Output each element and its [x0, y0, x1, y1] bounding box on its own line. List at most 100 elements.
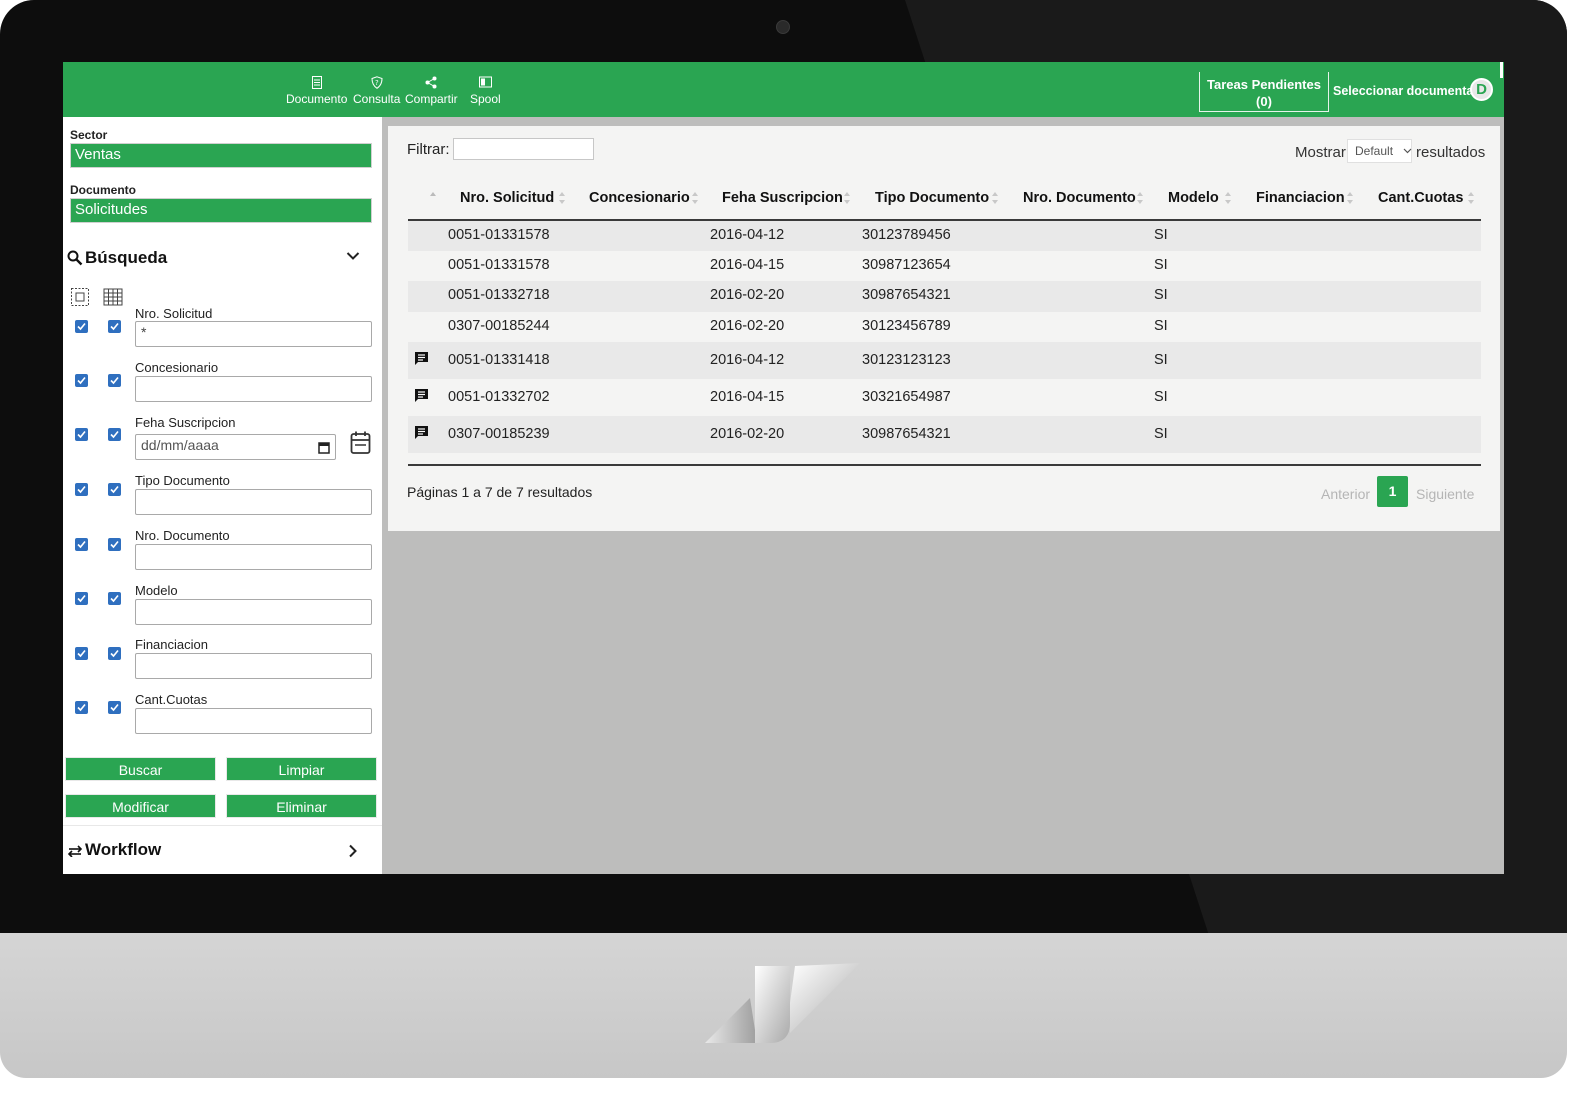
cell-feha-suscripcion: 2016-02-20 [710, 426, 785, 442]
sort-icon[interactable] [1346, 190, 1354, 206]
sort-icon[interactable] [558, 190, 566, 206]
checkbox-filter-cant-cuotas[interactable] [75, 701, 88, 714]
cell-tipo-documento: 30123123123 [862, 352, 951, 368]
nro-documento-input[interactable] [135, 544, 372, 570]
calendar-icon[interactable] [318, 441, 330, 454]
checkbox-filter-nro-documento[interactable] [75, 538, 88, 551]
checkbox-filter-nro-solicitud[interactable] [75, 320, 88, 333]
checkbox-filter-financiacion[interactable] [75, 647, 88, 660]
cell-modelo: SI [1154, 227, 1168, 243]
pagination-next[interactable]: Siguiente [1416, 486, 1474, 502]
checkbox-filter-concesionario[interactable] [75, 374, 88, 387]
avatar[interactable]: D [1470, 78, 1493, 101]
eliminar-button[interactable]: Eliminar [226, 794, 377, 818]
buscar-button[interactable]: Buscar [65, 757, 216, 781]
sort-icon[interactable] [991, 190, 999, 206]
toolbar-consulta[interactable]: ? Consulta [353, 76, 400, 106]
table-row[interactable]: 0051-01332718 2016-02-20 30987654321 SI [408, 281, 1481, 312]
cell-nro-solicitud: 0051-01331578 [448, 257, 550, 273]
toolbar-label: Compartir [405, 92, 458, 106]
table-row[interactable]: 0307-00185244 2016-02-20 30123456789 SI [408, 312, 1481, 342]
date-range-icon[interactable] [350, 431, 371, 455]
column-header-concesionario[interactable]: Concesionario [589, 190, 690, 206]
table-footer-divider [408, 464, 1481, 466]
comment-icon[interactable] [414, 425, 429, 440]
comment-icon[interactable] [414, 388, 429, 403]
sort-icon[interactable] [429, 190, 437, 206]
search-sidebar: Sector Ventas Documento Solicitudes Búsq… [63, 117, 382, 874]
column-header-feha-suscripcion[interactable]: Feha Suscripcion [722, 190, 843, 206]
cell-feha-suscripcion: 2016-04-15 [710, 389, 785, 405]
cell-tipo-documento: 30321654987 [862, 389, 951, 405]
column-header-cant-cuotas[interactable]: Cant.Cuotas [1378, 190, 1463, 206]
documento-select[interactable]: Solicitudes [70, 198, 372, 223]
table-grid-icon[interactable] [103, 287, 123, 307]
tareas-pendientes-button[interactable]: Tareas Pendientes (0) [1199, 72, 1329, 112]
cant-cuotas-input[interactable] [135, 708, 372, 734]
checkbox-column-financiacion[interactable] [108, 647, 121, 660]
sort-icon[interactable] [1224, 190, 1232, 206]
chevron-down-icon[interactable] [346, 251, 360, 261]
modelo-input[interactable] [135, 599, 372, 625]
sort-icon[interactable] [843, 190, 851, 206]
column-header-tipo-documento[interactable]: Tipo Documento [875, 190, 989, 206]
sector-select[interactable]: Ventas [70, 143, 372, 168]
column-header-financiacion[interactable]: Financiacion [1256, 190, 1345, 206]
cell-modelo: SI [1154, 426, 1168, 442]
sort-icon[interactable] [1136, 190, 1144, 206]
mostrar-label: Mostrar [1295, 144, 1346, 161]
cell-modelo: SI [1154, 257, 1168, 273]
cell-tipo-documento: 30987654321 [862, 426, 951, 442]
cell-nro-solicitud: 0051-01332718 [448, 287, 550, 303]
checkbox-column-nro-solicitud[interactable] [108, 320, 121, 333]
toolbar-compartir[interactable]: Compartir [405, 76, 458, 106]
checkbox-filter-tipo-documento[interactable] [75, 483, 88, 496]
checkbox-column-feha-suscripcion[interactable] [108, 428, 121, 441]
checkbox-filter-modelo[interactable] [75, 592, 88, 605]
divider [63, 825, 382, 826]
sort-icon[interactable] [691, 190, 699, 206]
cell-nro-solicitud: 0051-01331578 [448, 227, 550, 243]
nro-solicitud-input[interactable]: * [135, 321, 372, 347]
checkbox-column-cant-cuotas[interactable] [108, 701, 121, 714]
cell-feha-suscripcion: 2016-04-12 [710, 227, 785, 243]
pagination-page[interactable]: 1 [1377, 476, 1408, 507]
table-row[interactable]: 0307-00185239 2016-02-20 30987654321 SI [408, 416, 1481, 453]
select-all-icon[interactable] [70, 287, 90, 307]
share-icon [405, 76, 458, 92]
financiacion-input[interactable] [135, 653, 372, 679]
cell-nro-solicitud: 0307-00185239 [448, 426, 550, 442]
table-row[interactable]: 0051-01331578 2016-04-15 30987123654 SI [408, 251, 1481, 281]
pagination-prev[interactable]: Anterior [1321, 486, 1370, 502]
table-row[interactable]: 0051-01331578 2016-04-12 30123789456 SI [408, 221, 1481, 251]
sort-icon[interactable] [1467, 190, 1475, 206]
chevron-right-icon[interactable] [348, 844, 358, 858]
toolbar-label: Spool [470, 92, 501, 106]
toolbar-documento[interactable]: Documento [286, 76, 347, 106]
cell-nro-solicitud: 0051-01331418 [448, 352, 550, 368]
toolbar-spool[interactable]: Spool [470, 76, 501, 106]
limpiar-button[interactable]: Limpiar [226, 757, 377, 781]
checkbox-column-concesionario[interactable] [108, 374, 121, 387]
cell-modelo: SI [1154, 318, 1168, 334]
column-header-modelo[interactable]: Modelo [1168, 190, 1219, 206]
column-header-nro-solicitud[interactable]: Nro. Solicitud [460, 190, 554, 206]
feha-suscripcion-input[interactable]: dd/mm/aaaa [135, 434, 336, 460]
table-row[interactable]: 0051-01331418 2016-04-12 30123123123 SI [408, 342, 1481, 379]
field-label: Financiacion [135, 637, 208, 652]
seleccionar-documental-link[interactable]: Seleccionar documental [1333, 84, 1477, 98]
tipo-documento-input[interactable] [135, 489, 372, 515]
modificar-button[interactable]: Modificar [65, 794, 216, 818]
concesionario-input[interactable] [135, 376, 372, 402]
checkbox-column-modelo[interactable] [108, 592, 121, 605]
table-row[interactable]: 0051-01332702 2016-04-15 30321654987 SI [408, 379, 1481, 416]
checkbox-column-nro-documento[interactable] [108, 538, 121, 551]
comment-icon[interactable] [414, 351, 429, 366]
documento-label: Documento [70, 183, 136, 197]
column-header-nro-documento[interactable]: Nro. Documento [1023, 190, 1136, 206]
checkbox-filter-feha-suscripcion[interactable] [75, 428, 88, 441]
camera-icon [776, 20, 790, 34]
filtrar-input[interactable] [453, 138, 594, 160]
checkbox-column-tipo-documento[interactable] [108, 483, 121, 496]
workflow-title[interactable]: Workflow [85, 840, 161, 860]
